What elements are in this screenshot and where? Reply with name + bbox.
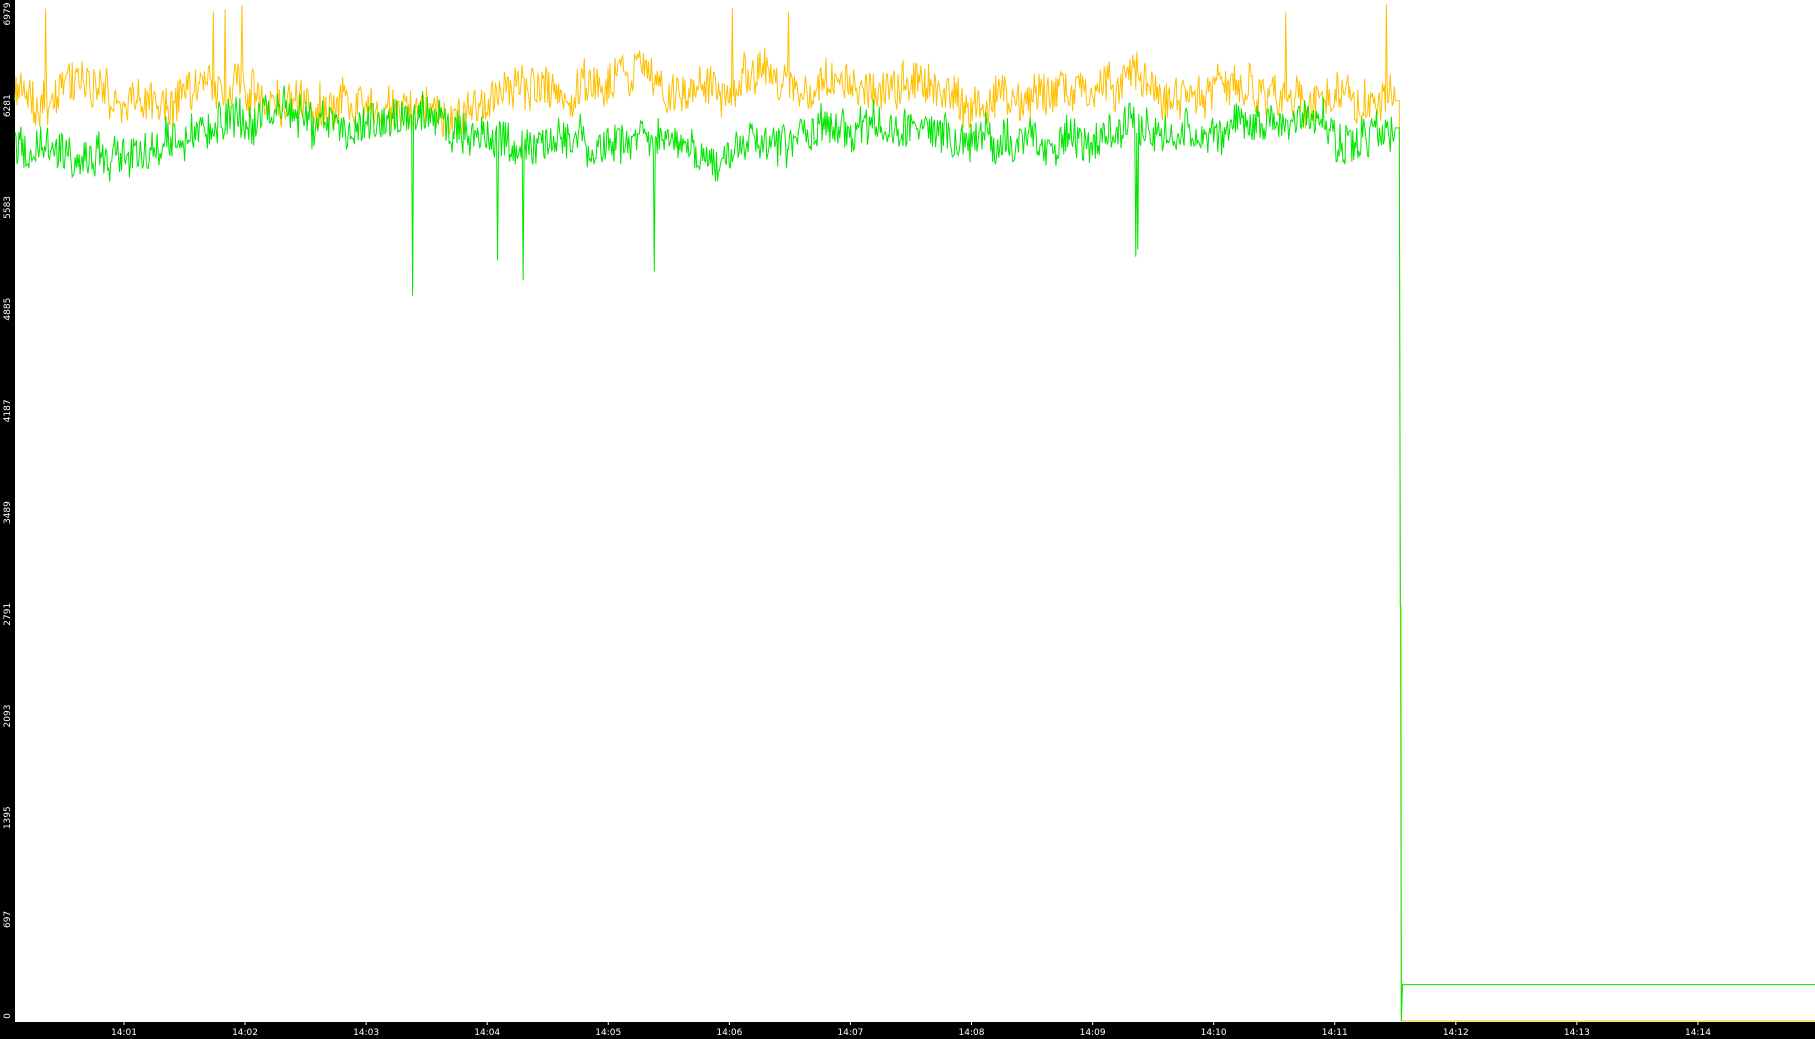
y-tick-label: 2791	[3, 603, 13, 626]
x-tick-label: 14:11	[1322, 1028, 1348, 1038]
x-tick-label: 14:09	[1080, 1028, 1106, 1038]
y-tick-label: 2093	[3, 705, 13, 728]
y-tick-label: 5583	[3, 196, 13, 219]
y-tick-label: 6281	[3, 94, 13, 117]
x-tick-label: 14:10	[1201, 1028, 1227, 1038]
x-tick-label: 14:14	[1685, 1028, 1711, 1038]
x-tick-label: 14:01	[111, 1028, 137, 1038]
x-axis-bar	[0, 1022, 1815, 1039]
x-tick-label: 14:07	[837, 1028, 863, 1038]
x-tick-label: 14:04	[474, 1028, 500, 1038]
y-tick-label: 4187	[3, 399, 13, 422]
x-tick-label: 14:13	[1564, 1028, 1590, 1038]
y-tick-label: 4885	[3, 298, 13, 321]
y-tick-label: 697	[3, 911, 13, 928]
x-tick-label: 14:12	[1443, 1028, 1469, 1038]
chart-canvas: 0 697 1395 2093 2791 3489 4187 4885 5583 6281 6979…	[0, 0, 1815, 1039]
y-tick-label: 6979	[3, 2, 13, 25]
plot-background	[0, 0, 1815, 1039]
y-tick-label: 0	[3, 1013, 13, 1019]
x-tick-label: 14:08	[959, 1028, 985, 1038]
x-tick-label: 14:06	[716, 1028, 742, 1038]
y-tick-label: 1395	[3, 806, 13, 829]
x-tick-label: 14:03	[353, 1028, 379, 1038]
x-tick-label: 14:02	[232, 1028, 258, 1038]
y-tick-label: 3489	[3, 501, 13, 524]
x-tick-label: 14:05	[595, 1028, 621, 1038]
